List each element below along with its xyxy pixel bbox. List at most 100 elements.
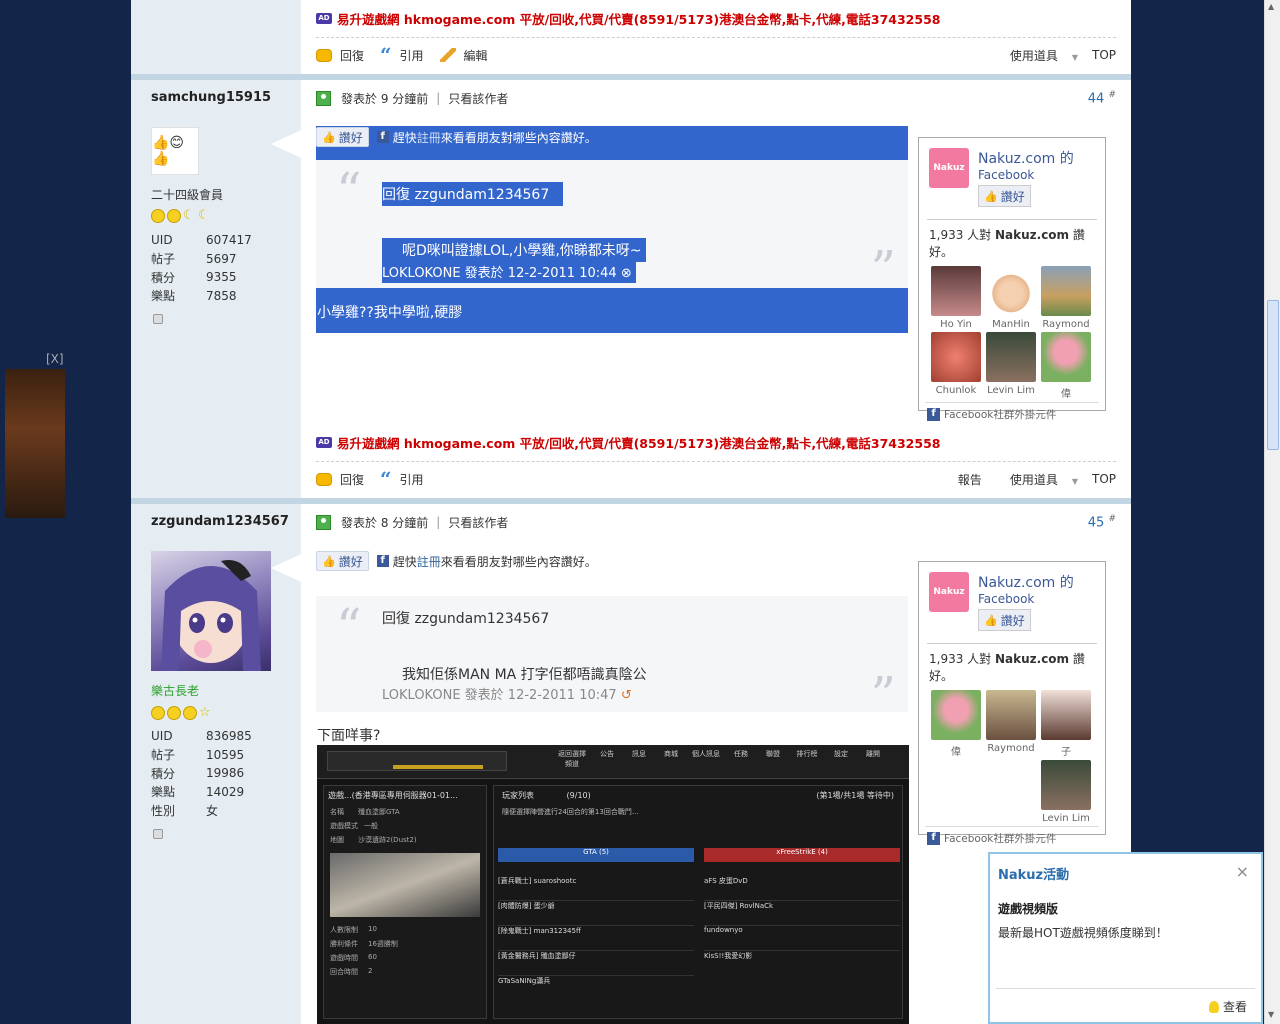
thumbs-up-icon: 👍	[322, 554, 336, 568]
post-author-name[interactable]: samchung15915	[151, 90, 271, 105]
scroll-thumb[interactable]	[1267, 300, 1279, 450]
ad-banner[interactable]: AD 易升遊戲網 hkmogame.com 平放/回收,代買/代賣(8591/5…	[316, 433, 940, 452]
quote-open-icon: “	[336, 162, 362, 220]
sun-icon	[167, 706, 181, 720]
divider	[316, 37, 1116, 38]
forum-page: AD 易升遊戲網 hkmogame.com 平放/回收,代買/代賣(8591/5…	[131, 0, 1131, 1024]
moon-icon: ☾	[198, 208, 210, 223]
like-bar: 👍 讚好 f 趕快 註冊 來看看朋友對哪些內容讚好。	[316, 551, 597, 571]
post-author-name[interactable]: zzgundam1234567	[151, 514, 289, 529]
edit-button[interactable]: 編輯	[439, 47, 488, 64]
quote-button[interactable]: “引用	[380, 469, 424, 489]
redirect-icon[interactable]: ↺	[621, 688, 632, 703]
facebook-icon: f	[376, 131, 389, 143]
team-a-players: [蒼兵戰士] suaroshootc [肉體防爆] 蛋少爺 [除鬼戰士] man…	[498, 876, 694, 1001]
fb-friend[interactable]: Levin Lim	[984, 332, 1038, 400]
room-info-panel: 遊戲...(香港專區專用伺服器01-01... 名稱 殲血塗鄙GTA 遊戲模式 一般…	[323, 785, 487, 1019]
user-stats: UID 836985 帖子 10595 積分 19986 樂點 14029 性別女	[151, 729, 252, 818]
reply-button[interactable]: 回復	[316, 471, 364, 488]
thumbs-up-icon: 👍	[322, 130, 336, 144]
ad-banner[interactable]: AD 易升遊戲網 hkmogame.com 平放/回收,代買/代賣(8591/5…	[316, 9, 940, 28]
avatar-pointer	[271, 130, 301, 158]
avatar-pointer	[271, 554, 301, 582]
rank-stars: ☆	[151, 706, 214, 720]
fb-friend[interactable]: 偉	[1039, 332, 1093, 400]
fb-page-name[interactable]: Nakuz.com	[978, 151, 1055, 167]
tools-menu[interactable]: 使用道具 ▼	[996, 47, 1078, 64]
fb-page-name[interactable]: Nakuz.com	[978, 575, 1055, 591]
quote-title: 回復 zzgundam1234567	[382, 611, 550, 627]
scroll-up-icon[interactable]: ▲	[1268, 2, 1274, 11]
fb-like-button[interactable]: 👍 讚好	[978, 609, 1031, 631]
fb-friend[interactable]: Raymond	[1039, 266, 1093, 330]
quote-text: 我知佢係MAN MA 打字佢都唔識真陰公	[402, 667, 647, 683]
floor-number[interactable]: 44 #	[1088, 90, 1116, 106]
register-link[interactable]: 註冊	[417, 129, 441, 146]
ad-icon: AD	[316, 437, 332, 448]
quote-block: “ 回復 zzgundam1234567 我知佢係MAN MA 打字佢都唔識真陰…	[316, 596, 908, 724]
map-preview	[330, 853, 480, 917]
post-actions: 回復 “引用 編輯 使用道具 ▼ TOP	[316, 44, 1116, 66]
fb-faces: 偉 Raymond 子 Levin Lim	[919, 690, 1105, 826]
fb-friend[interactable]: ManHin	[984, 266, 1038, 330]
scroll-down-icon[interactable]: ▼	[1268, 1010, 1274, 1019]
quote-meta: LOKLOKONE 發表於 12-2-2011 10:47 ↺	[382, 688, 632, 703]
fb-friend[interactable]: Raymond	[984, 690, 1038, 758]
avatar[interactable]: 👍😊👍	[151, 127, 199, 175]
page-scrollbar[interactable]: ▲ ▼	[1264, 0, 1280, 1024]
nakuz-logo[interactable]: Nakuz	[929, 148, 969, 188]
register-link[interactable]: 註冊	[417, 553, 441, 570]
like-button[interactable]: 👍 讚好	[316, 551, 369, 571]
game-screenshot[interactable]: 返回選擇頻道 公告 訊息 商城 個人訊息 任務 聯盟 排行榜 設定 離開 遊戲.…	[317, 745, 909, 1024]
like-button[interactable]: 👍 讚好	[316, 127, 369, 147]
close-icon[interactable]: ×	[1236, 862, 1249, 881]
popup-title: Nakuz活動	[998, 868, 1070, 883]
side-ad-close-button[interactable]: [X]	[46, 352, 64, 366]
quote-close-icon: ”	[870, 240, 896, 298]
report-link[interactable]: 報告	[958, 471, 982, 488]
post-actions: 回復 “引用 報告 使用道具 ▼ TOP	[316, 468, 1116, 490]
view-button[interactable]: 查看	[1208, 998, 1247, 1015]
facebook-icon: f	[927, 408, 940, 421]
message-icon[interactable]	[153, 314, 163, 324]
fb-friend[interactable]: Ho Yin	[929, 266, 983, 330]
sun-icon	[167, 209, 181, 223]
tools-menu[interactable]: 使用道具 ▼	[996, 471, 1078, 488]
fb-friend[interactable]: Levin Lim	[1039, 760, 1093, 824]
message-icon[interactable]	[153, 829, 163, 839]
popup-text[interactable]: 最新最HOT遊戲視頻係度睇到！	[998, 924, 1168, 941]
quote-button[interactable]: “引用	[380, 45, 424, 65]
thumbs-up-icon: 👍	[984, 613, 998, 627]
fb-friend[interactable]: Chunlok	[929, 332, 983, 400]
only-author-link[interactable]: 只看該作者	[448, 90, 508, 107]
rank-stars: ☾ ☾	[151, 209, 213, 223]
moon-icon: ☾	[183, 208, 195, 223]
fb-friend[interactable]: 子	[1039, 690, 1093, 758]
side-ad-banner[interactable]	[5, 369, 65, 518]
fb-like-button[interactable]: 👍 讚好	[978, 185, 1031, 207]
fb-faces: Ho Yin ManHin Raymond Chunlok Levin Lim …	[919, 266, 1105, 402]
facebook-icon: f	[376, 555, 389, 567]
quote-meta: LOKLOKONE 發表於 12-2-2011 10:44 ⊗	[382, 260, 636, 283]
post-body: 小學雞??我中學啦,硬膠	[317, 305, 463, 321]
floor-number[interactable]: 45 #	[1088, 514, 1116, 530]
nakuz-logo[interactable]: Nakuz	[929, 572, 969, 612]
quote-title: 回復 zzgundam1234567	[382, 182, 564, 206]
fb-like-count: 1,933 人對 Nakuz.com 讚好。	[929, 228, 1085, 259]
redirect-icon[interactable]: ⊗	[621, 266, 632, 281]
post-header: 發表於 8 分鐘前 | 只看該作者 45 #	[316, 512, 1116, 532]
top-link[interactable]: TOP	[1092, 472, 1116, 486]
facebook-like-box: Nakuz Nakuz.com 的 Facebook 👍 讚好 1,933 人對 …	[918, 137, 1106, 421]
post-separator	[131, 74, 1131, 80]
post-header: 發表於 9 分鐘前 | 只看該作者 44 #	[316, 88, 1116, 108]
reply-button[interactable]: 回復	[316, 47, 364, 64]
top-link[interactable]: TOP	[1092, 48, 1116, 62]
reply-icon	[316, 48, 332, 62]
ad-text: 易升遊戲網 hkmogame.com 平放/回收,代買/代賣(8591/5173…	[337, 436, 941, 451]
chevron-down-icon: ▼	[1071, 52, 1078, 62]
fb-friend[interactable]: 偉	[929, 690, 983, 758]
avatar[interactable]	[151, 551, 271, 671]
post-time: 發表於 9 分鐘前	[341, 91, 429, 106]
popup-subtitle[interactable]: 遊戲視頻版	[998, 900, 1058, 917]
only-author-link[interactable]: 只看該作者	[448, 514, 508, 531]
